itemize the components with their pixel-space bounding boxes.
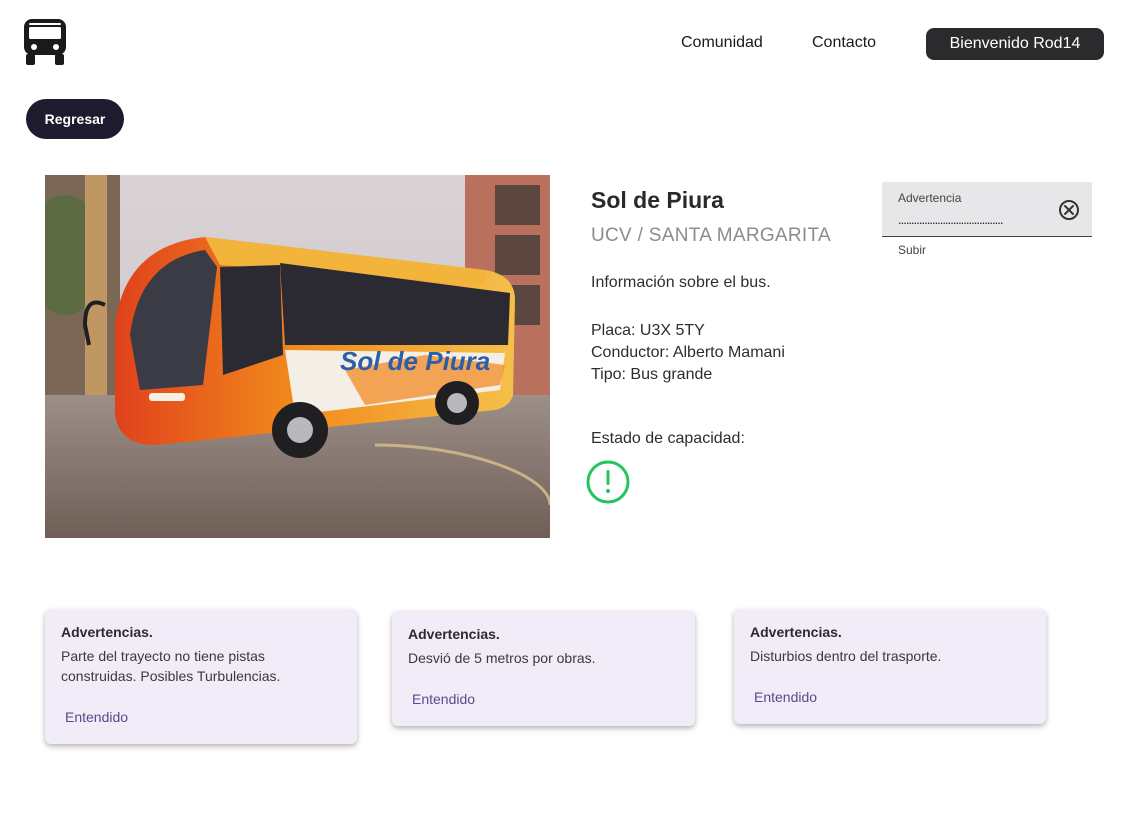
submit-warning-button[interactable]: Subir (898, 243, 926, 257)
bus-name: Sol de Piura (591, 187, 724, 213)
bus-logo-icon[interactable] (22, 18, 68, 66)
acknowledge-button[interactable]: Entendido (754, 689, 817, 705)
warning-card-title: Advertencias. (408, 626, 500, 642)
warning-card: Advertencias. Disturbios dentro del tras… (734, 609, 1046, 724)
warning-card-text: Disturbios dentro del trasporte. (750, 648, 942, 664)
warning-card-title: Advertencias. (61, 624, 153, 640)
acknowledge-button[interactable]: Entendido (412, 691, 475, 707)
warning-field-label: Advertencia (898, 191, 962, 205)
bus-type: Tipo: Bus grande (591, 366, 713, 383)
clear-circle-icon[interactable] (1058, 199, 1080, 221)
bus-route: UCV / SANTA MARGARITA (591, 225, 831, 246)
bus-driver: Conductor: Alberto Mamani (591, 344, 785, 361)
warning-card-text: Desvió de 5 metros por obras. (408, 650, 596, 666)
bus-photo-logo-text: Sol de Piura (340, 346, 490, 376)
capacity-label: Estado de capacidad: (591, 430, 745, 447)
warning-field[interactable]: Advertencia (882, 182, 1092, 237)
nav-comunidad[interactable]: Comunidad (681, 34, 763, 52)
warning-input[interactable] (898, 210, 1056, 228)
bus-plate: Placa: U3X 5TY (591, 322, 705, 339)
bus-details: Placa: U3X 5TY Conductor: Alberto Mamani… (591, 320, 785, 386)
acknowledge-button[interactable]: Entendido (65, 709, 128, 725)
warning-card: Advertencias. Parte del trayecto no tien… (45, 609, 357, 744)
nav-contacto[interactable]: Contacto (812, 34, 876, 52)
bus-info: Información sobre el bus. (591, 274, 771, 291)
warning-card-text: Parte del trayecto no tiene pistas const… (61, 648, 281, 684)
warning-card-title: Advertencias. (750, 624, 842, 640)
bus-photo: Sol de Piura (45, 175, 550, 538)
back-button[interactable]: Regresar (26, 99, 124, 139)
alert-circle-icon (585, 459, 631, 505)
welcome-button[interactable]: Bienvenido Rod14 (926, 28, 1104, 60)
warning-card: Advertencias. Desvió de 5 metros por obr… (392, 611, 695, 726)
